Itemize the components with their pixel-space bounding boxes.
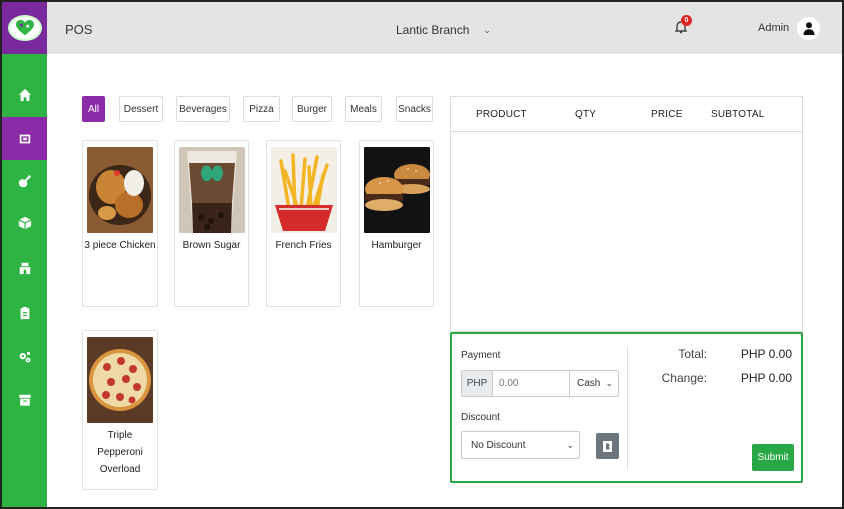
chevron-down-icon: ⌄ — [566, 439, 574, 450]
payment-amount-input[interactable] — [493, 371, 570, 396]
column-header-qty: QTY — [575, 109, 597, 120]
avatar[interactable] — [797, 17, 820, 40]
fries-photo — [271, 147, 337, 233]
payment-method-select[interactable]: Cash ⌄ — [570, 371, 618, 396]
column-header-subtotal: SUBTOTAL — [711, 109, 765, 120]
currency-prefix: PHP — [462, 371, 493, 396]
change-value: PHP 0.00 — [740, 371, 792, 385]
user-icon — [803, 22, 814, 35]
order-table: PRODUCT QTY PRICE SUBTOTAL — [450, 96, 803, 332]
product-name: Hamburger — [371, 240, 422, 251]
total-value: PHP 0.00 — [740, 347, 792, 361]
payment-method-value: Cash — [577, 378, 601, 389]
category-all-button[interactable]: All — [82, 96, 105, 122]
logo[interactable] — [7, 15, 42, 41]
heart-logo-icon — [15, 19, 34, 36]
milk-tea-photo — [179, 147, 245, 233]
category-snacks-button[interactable]: Snacks — [396, 96, 433, 122]
logo-cell — [2, 2, 47, 54]
product-name-line: Pepperoni — [97, 447, 143, 458]
product-card-french-fries[interactable]: French Fries — [266, 140, 341, 307]
divider — [627, 346, 628, 470]
product-card-hamburger[interactable]: Hamburger — [359, 140, 434, 307]
product-name-line: Triple — [107, 430, 133, 441]
sidebar-item-reports[interactable] — [2, 292, 47, 334]
sidebar-item-archive[interactable] — [2, 379, 47, 421]
category-meals-button[interactable]: Meals — [345, 96, 382, 122]
cogs-icon — [19, 351, 31, 363]
product-name: 3 piece Chicken — [84, 240, 156, 251]
sidebar-item-products[interactable] — [2, 202, 47, 244]
discount-label: Discount — [461, 412, 500, 423]
discount-icon — [603, 440, 612, 452]
page-title: POS — [65, 22, 93, 37]
product-card-pizza[interactable]: Triple Pepperoni Overload — [82, 330, 158, 490]
sidebar-item-pos[interactable] — [2, 117, 47, 160]
sidebar-item-home[interactable] — [2, 74, 47, 116]
category-pizza-button[interactable]: Pizza — [243, 96, 280, 122]
payment-panel: Payment PHP Cash ⌄ Discount No Discount … — [450, 332, 803, 483]
archive-icon — [18, 394, 31, 406]
burger-photo — [364, 147, 430, 233]
guitar-icon — [18, 174, 31, 188]
column-header-price: PRICE — [651, 109, 683, 120]
product-card-chicken[interactable]: 3 piece Chicken — [82, 140, 158, 307]
clipboard-icon — [20, 306, 29, 320]
store-icon — [19, 262, 30, 275]
submit-button[interactable]: Submit — [752, 444, 794, 471]
product-name-line: Overload — [99, 464, 141, 475]
apply-discount-button[interactable] — [596, 433, 619, 459]
product-name: French Fries — [275, 240, 332, 251]
user-name[interactable]: Admin — [758, 22, 789, 34]
notifications-button[interactable]: 0 — [674, 15, 692, 36]
home-icon — [18, 88, 31, 102]
product-name: Brown Sugar — [182, 240, 241, 251]
branch-label: Lantic Branch — [396, 23, 470, 37]
chevron-down-icon: ⌄ — [483, 24, 491, 35]
sidebar — [2, 2, 47, 507]
notification-count-badge: 0 — [681, 15, 692, 26]
top-bar: POS Lantic Branch ⌄ 0 Admin — [47, 2, 842, 54]
product-card-brown-sugar[interactable]: Brown Sugar — [174, 140, 249, 307]
chicken-photo — [87, 147, 153, 233]
discount-value: No Discount — [471, 439, 526, 451]
discount-select[interactable]: No Discount ⌄ — [461, 431, 580, 459]
chevron-down-icon: ⌄ — [605, 378, 613, 388]
category-dessert-button[interactable]: Dessert — [119, 96, 163, 122]
payment-label: Payment — [461, 350, 501, 361]
sidebar-item-instruments[interactable] — [2, 160, 47, 202]
column-header-product: PRODUCT — [476, 109, 527, 120]
payment-input-group: PHP Cash ⌄ — [461, 370, 619, 397]
category-burger-button[interactable]: Burger — [292, 96, 332, 122]
pos-register-icon — [19, 134, 30, 143]
order-table-header: PRODUCT QTY PRICE SUBTOTAL — [451, 97, 802, 132]
category-beverages-button[interactable]: Beverages — [176, 96, 230, 122]
sidebar-item-settings[interactable] — [2, 336, 47, 378]
sidebar-item-store[interactable] — [2, 247, 47, 289]
total-label: Total: — [678, 347, 707, 361]
pizza-photo — [87, 337, 153, 423]
box-icon — [18, 216, 31, 230]
branch-selector[interactable]: Lantic Branch ⌄ — [396, 23, 491, 37]
change-label: Change: — [661, 371, 707, 385]
